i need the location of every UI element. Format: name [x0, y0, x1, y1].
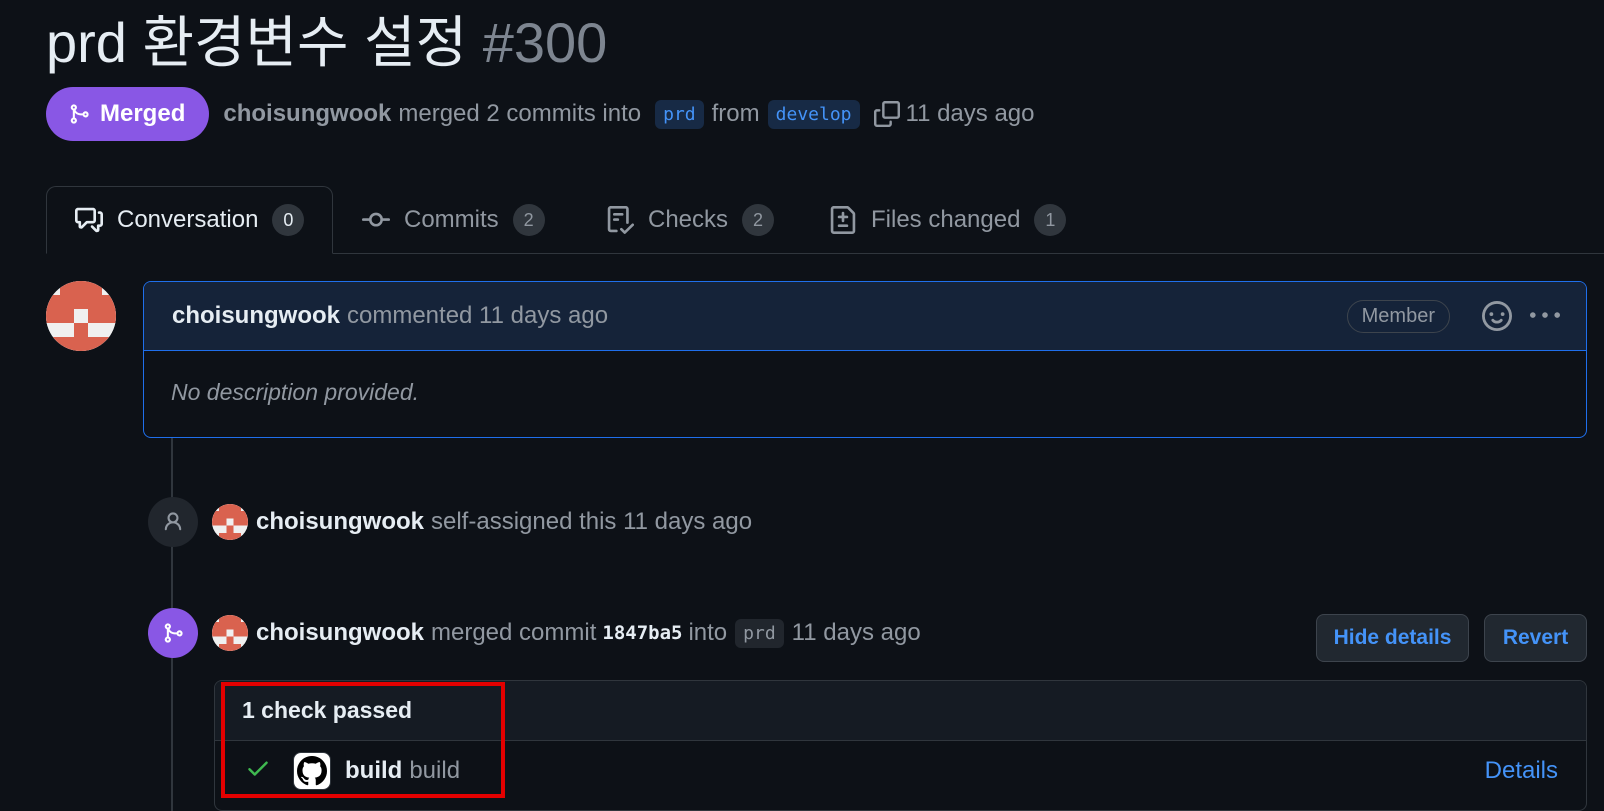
pr-title: prd 환경변수 설정 #300 — [46, 10, 607, 76]
tab-commits[interactable]: Commits 2 — [362, 186, 545, 254]
assign-text: self-assigned this 11 days ago — [431, 508, 753, 535]
commit-icon — [362, 212, 390, 227]
tab-label: Conversation — [117, 206, 259, 233]
from-text: from — [711, 100, 760, 127]
tab-label: Commits — [404, 206, 499, 233]
checks-box: 1 check passed build build Details — [214, 680, 1587, 811]
github-icon — [293, 752, 331, 790]
tab-count: 0 — [272, 204, 305, 236]
revert-button[interactable]: Revert — [1484, 614, 1587, 662]
merge-icon — [70, 104, 89, 124]
merge-event: choisungwook merged commit 1847ba5 into … — [212, 608, 921, 658]
tab-checks[interactable]: Checks 2 — [606, 186, 775, 254]
merged-state-badge: Merged — [46, 87, 210, 141]
smiley-icon[interactable] — [1482, 301, 1512, 331]
into-text: into — [688, 619, 728, 646]
comment-discussion-icon — [75, 207, 103, 233]
tab-conversation[interactable]: Conversation 0 — [46, 186, 333, 254]
pr-tabs: Conversation 0 Commits 2 Checks 2 Files … — [0, 186, 1604, 254]
assign-event: choisungwook self-assigned this 11 days … — [212, 497, 752, 547]
pr-author-link[interactable]: choisungwook — [223, 100, 391, 128]
base-branch[interactable]: prd — [655, 99, 704, 129]
commit-sha-link[interactable]: 1847ba5 — [602, 622, 682, 644]
merge-branch[interactable]: prd — [735, 618, 784, 648]
check-item: build build Details — [215, 741, 1586, 801]
comment-body: No description provided. — [171, 379, 420, 405]
kebab-horizontal-icon[interactable] — [1530, 301, 1560, 331]
state-label: Merged — [100, 100, 186, 127]
avatar[interactable] — [212, 504, 248, 540]
pr-meta: Merged choisungwook merged 2 commits int… — [46, 86, 1035, 142]
person-icon — [148, 497, 198, 547]
comment-author-link[interactable]: choisungwook — [172, 302, 340, 330]
tab-files-changed[interactable]: Files changed 1 — [829, 186, 1067, 254]
checks-summary[interactable]: 1 check passed — [215, 681, 1586, 741]
pr-title-text: prd 환경변수 설정 — [46, 11, 468, 74]
file-diff-icon — [830, 206, 856, 234]
comment-header: choisungwook commented 11 days ago Membe… — [144, 282, 1586, 351]
merge-text: merged commit — [431, 619, 597, 646]
pr-number: #300 — [482, 11, 608, 74]
pr-time: 11 days ago — [905, 100, 1035, 127]
event-author-link[interactable]: choisungwook — [256, 508, 424, 536]
avatar[interactable] — [46, 281, 116, 351]
event-author-link[interactable]: choisungwook — [256, 619, 424, 647]
check-details-link[interactable]: Details — [1485, 757, 1558, 785]
avatar[interactable] — [212, 615, 248, 651]
tab-label: Files changed — [871, 206, 1021, 233]
pr-summary-text: merged 2 commits into — [398, 100, 642, 127]
check-job: build — [409, 757, 461, 784]
comment-action[interactable]: commented 11 days ago — [347, 302, 608, 330]
member-badge: Member — [1346, 299, 1450, 333]
tab-count: 2 — [742, 204, 775, 236]
checklist-icon — [607, 206, 634, 234]
merge-icon — [148, 608, 198, 658]
tab-count: 2 — [512, 204, 545, 236]
check-name: build — [345, 757, 403, 784]
tab-count: 1 — [1034, 204, 1067, 236]
head-branch[interactable]: develop — [767, 99, 860, 129]
pr-comment: choisungwook commented 11 days ago Membe… — [143, 281, 1587, 438]
merge-time[interactable]: 11 days ago — [792, 619, 921, 647]
copy-icon[interactable] — [873, 101, 900, 127]
tab-label: Checks — [648, 206, 729, 233]
check-icon — [245, 755, 271, 788]
hide-details-button[interactable]: Hide details — [1316, 614, 1469, 662]
